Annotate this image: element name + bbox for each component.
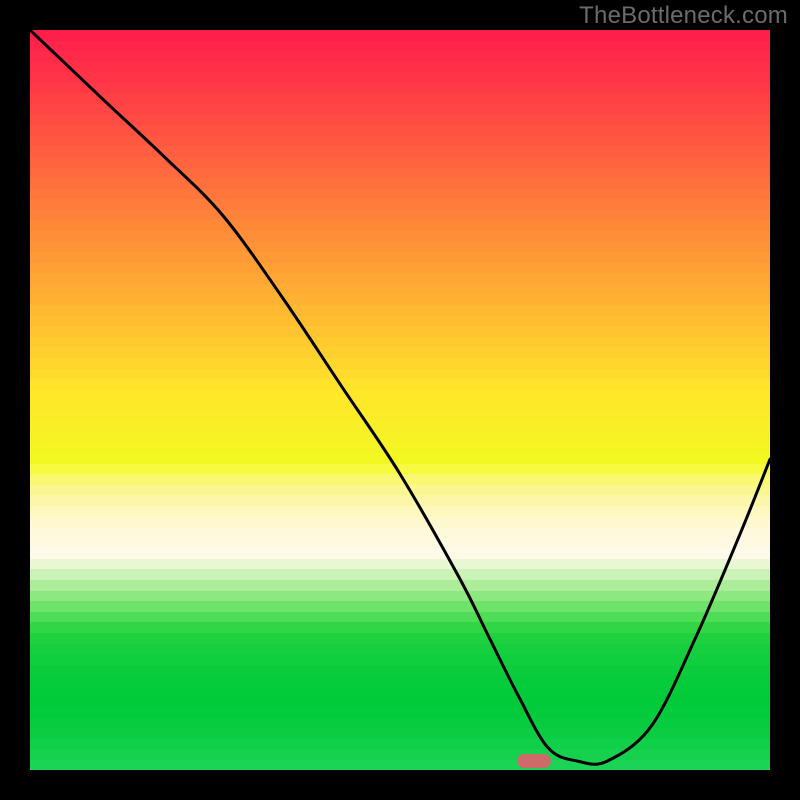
optimum-marker [517,754,551,768]
watermark-text: TheBottleneck.com [579,2,788,30]
chart-frame: TheBottleneck.com [0,0,800,800]
plot-area [30,30,770,770]
bottleneck-curve [30,30,770,770]
